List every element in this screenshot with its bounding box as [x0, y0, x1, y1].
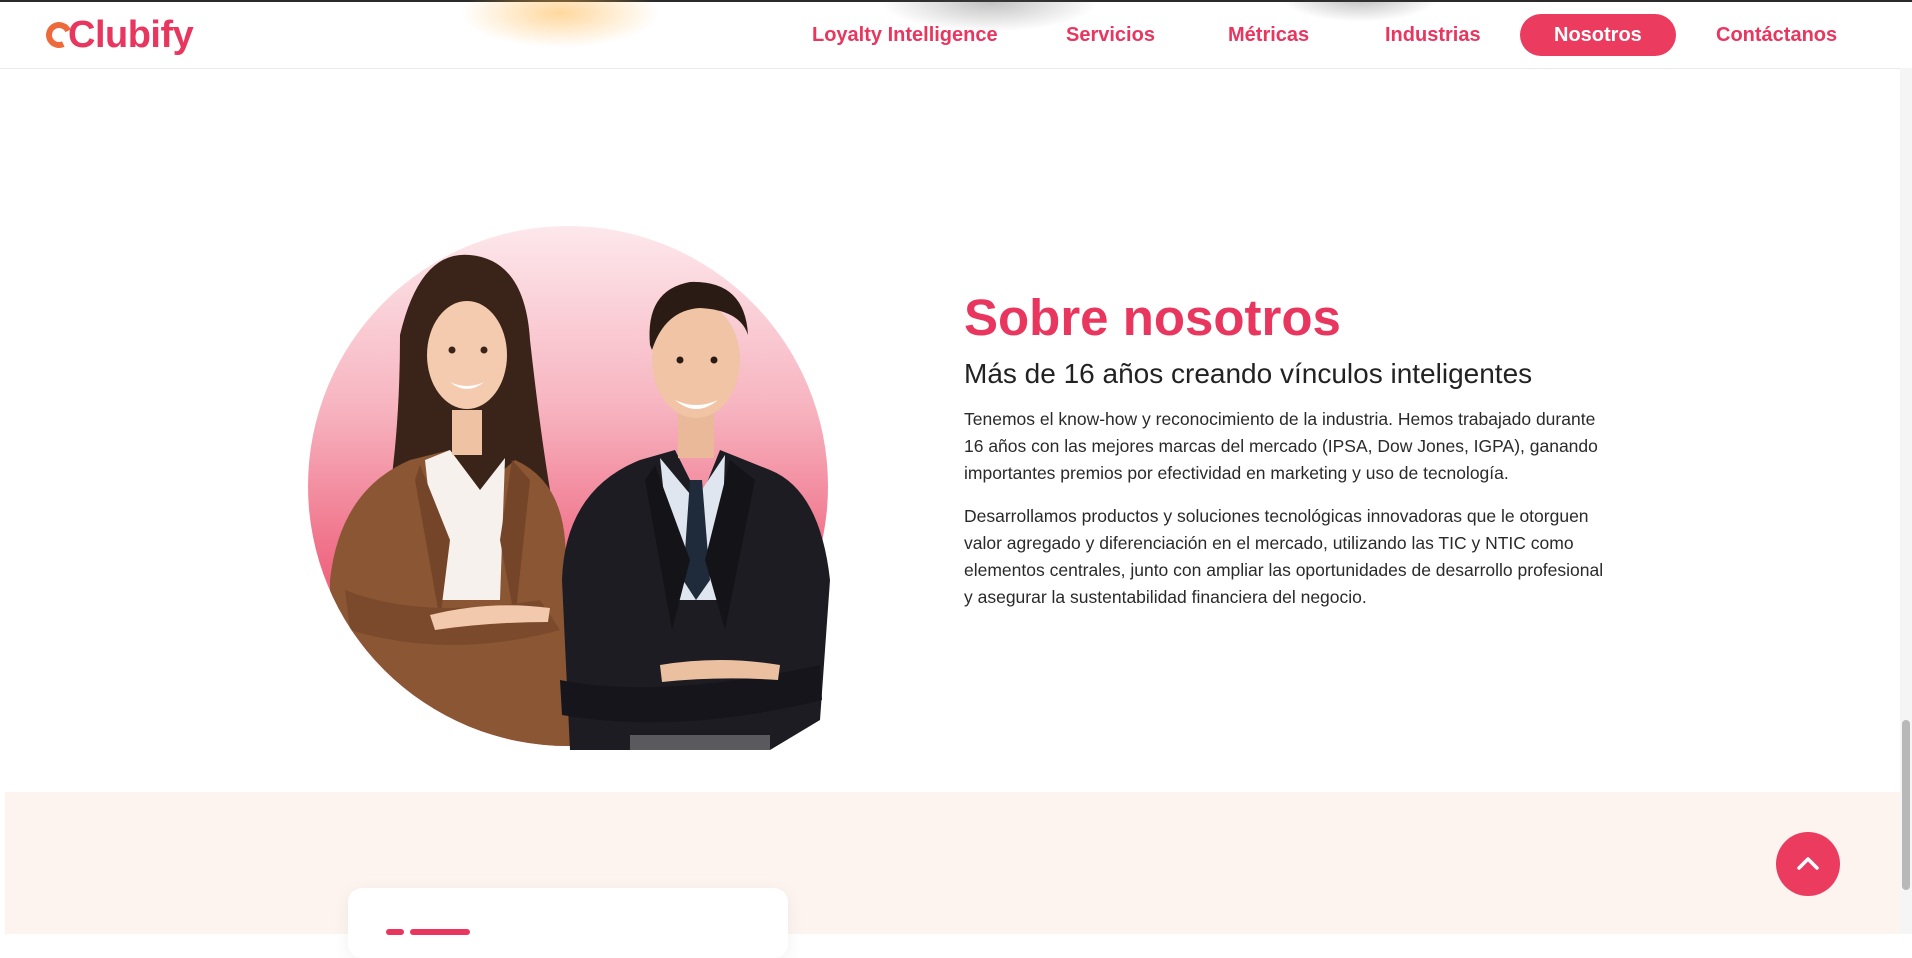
site-header: Clubify Loyalty Intelligence Servicios M…	[0, 0, 1912, 69]
nav-item-nosotros[interactable]: Nosotros	[1520, 14, 1676, 56]
section-title: Sobre nosotros	[964, 289, 1341, 346]
nav-item-loyalty-intelligence[interactable]: Loyalty Intelligence	[812, 14, 998, 56]
scroll-to-top-button[interactable]	[1776, 832, 1840, 896]
page-scrollbar[interactable]	[1900, 68, 1912, 934]
team-photo-illustration	[330, 254, 830, 750]
logo-text: Clubify	[68, 13, 194, 56]
card-heading-fragment	[386, 922, 546, 942]
scrollbar-thumb[interactable]	[1902, 720, 1910, 890]
team-photo	[300, 160, 840, 750]
nav-item-industrias[interactable]: Industrias	[1385, 14, 1481, 56]
clubify-logo[interactable]: Clubify	[42, 12, 194, 58]
section-subtitle: Más de 16 años creando vínculos intelige…	[964, 358, 1533, 389]
next-section-card	[348, 888, 788, 958]
next-section-background	[5, 792, 1900, 934]
nav-item-contactanos[interactable]: Contáctanos	[1716, 14, 1837, 56]
nav-item-metricas[interactable]: Métricas	[1228, 14, 1309, 56]
chevron-up-icon	[1797, 857, 1819, 870]
about-paragraph-2: Desarrollamos productos y soluciones tec…	[964, 506, 1604, 607]
nav-item-servicios[interactable]: Servicios	[1066, 14, 1155, 56]
about-paragraph-1: Tenemos el know-how y reconocimiento de …	[964, 409, 1598, 483]
header-decoration	[460, 0, 660, 48]
